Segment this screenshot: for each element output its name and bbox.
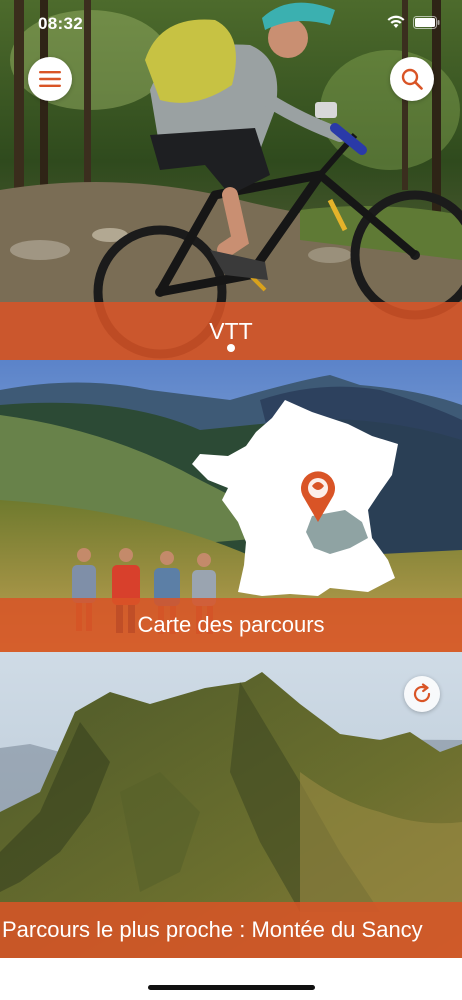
search-icon — [401, 68, 423, 90]
status-time: 08:32 — [38, 14, 83, 33]
bottom-safe-area — [0, 958, 462, 1000]
map-card[interactable]: Carte des parcours — [0, 360, 462, 652]
carousel-title: VTT — [209, 317, 253, 344]
wifi-icon — [387, 15, 405, 28]
refresh-button[interactable] — [404, 676, 440, 712]
nearest-route-card[interactable]: Parcours le plus proche : Montée du Sanc… — [0, 652, 462, 958]
search-button[interactable] — [390, 57, 434, 101]
menu-icon — [39, 71, 61, 87]
home-indicator[interactable] — [148, 985, 315, 990]
battery-icon — [413, 15, 440, 29]
status-icons — [387, 15, 440, 29]
status-bar: 08:32 — [0, 0, 462, 48]
nearest-route-label: Parcours le plus proche : Montée du Sanc… — [2, 917, 423, 942]
map-card-label: Carte des parcours — [137, 612, 325, 637]
map-card-banner: Carte des parcours — [0, 598, 462, 652]
nearest-route-banner: Parcours le plus proche : Montée du Sanc… — [0, 902, 462, 958]
page-indicator-dot[interactable] — [227, 344, 235, 352]
refresh-icon — [413, 683, 431, 703]
carousel-vtt[interactable]: VTT — [0, 0, 462, 360]
menu-button[interactable] — [28, 57, 72, 101]
